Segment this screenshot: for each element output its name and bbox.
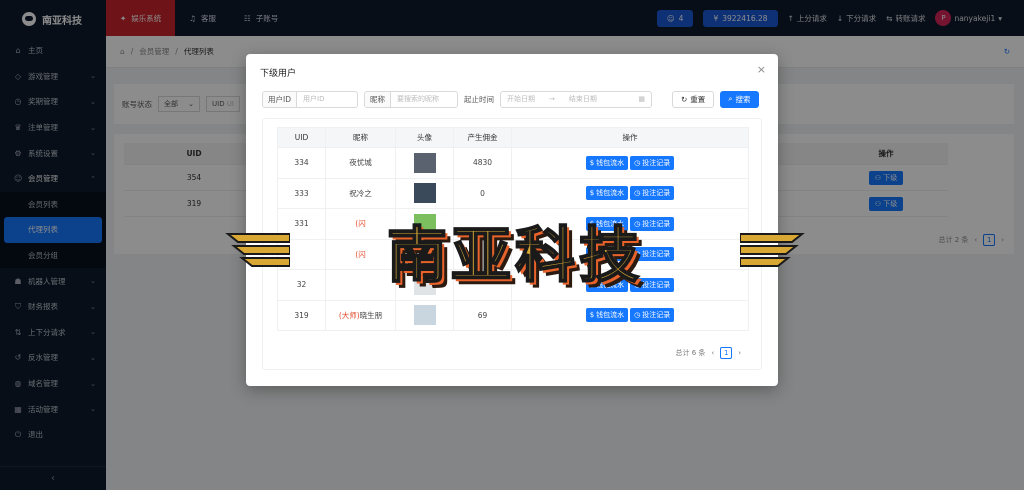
table-row: 334 夜忧城 4830 $ 钱包流水 ◷ 投注记录	[277, 147, 749, 179]
nickname-tag: (大师)	[338, 310, 360, 320]
search-button[interactable]: ⌕ 搜索	[720, 90, 759, 108]
button-label: 搜索	[735, 94, 751, 104]
dollar-icon: $	[589, 189, 595, 198]
next-page-button[interactable]: ›	[738, 349, 741, 357]
nickname-text: 祝冷之	[349, 188, 372, 198]
calendar-icon: ▦	[638, 95, 645, 103]
avatar[interactable]	[413, 183, 436, 204]
watermark-logo: 南亚科技	[220, 204, 810, 296]
button-label: 投注记录	[642, 158, 671, 167]
wallet-history-button[interactable]: $ 钱包流水	[585, 155, 629, 170]
nickname-text: 晓生朋	[359, 310, 383, 320]
start-date-input[interactable]: 开始日期	[507, 94, 535, 104]
button-label: 钱包流水	[596, 189, 625, 198]
table-cell-commission: 4830	[453, 147, 512, 179]
column-header-actions: 操作	[511, 127, 749, 148]
table-cell-nickname: 夜忧城	[325, 147, 396, 179]
user-id-label: 用户ID	[263, 91, 297, 107]
button-label: 投注记录	[642, 189, 671, 198]
bet-records-button[interactable]: ◷ 投注记录	[630, 155, 675, 170]
table-cell-uid: 334	[277, 147, 326, 179]
reset-button[interactable]: ↻ 重置	[672, 90, 715, 108]
button-label: 投注记录	[642, 311, 671, 320]
refresh-icon: ↻	[681, 94, 688, 104]
date-range-picker[interactable]: 开始日期 → 结束日期 ▦	[500, 90, 652, 108]
table-cell-actions: $ 钱包流水 ◷ 投注记录	[511, 147, 749, 179]
search-icon: ⌕	[728, 94, 733, 103]
prev-page-button[interactable]: ‹	[711, 349, 714, 357]
nickname-label: 昵称	[365, 91, 391, 107]
range-arrow-icon: →	[549, 95, 555, 103]
dollar-icon: $	[589, 311, 595, 320]
clock-icon: ◷	[634, 158, 641, 167]
column-header-commission: 产生佣金	[453, 127, 512, 148]
close-icon[interactable]: ×	[757, 63, 766, 76]
search-form: 用户ID 用户ID 昵称 要搜索的昵称 起止时间 开始日期 → 结束日期 ▦ ↻…	[262, 90, 762, 108]
nickname-text: 夜忧城	[349, 158, 372, 168]
table-cell-nickname: (大师)晓生朋	[325, 299, 396, 331]
table-cell-avatar	[395, 299, 454, 331]
avatar[interactable]	[413, 305, 436, 326]
clock-icon: ◷	[634, 311, 641, 320]
table-row: 319 (大师)晓生朋 69 $ 钱包流水 ◷ 投注记录	[277, 299, 749, 331]
column-header-nickname: 昵称	[325, 127, 396, 148]
modal-pagination: 总计 6 条 ‹ 1 ›	[675, 347, 741, 359]
wing-right-icon	[740, 233, 805, 267]
nickname-field[interactable]: 昵称 要搜索的昵称	[364, 90, 458, 108]
bet-records-button[interactable]: ◷ 投注记录	[630, 186, 675, 201]
dollar-icon: $	[589, 158, 595, 167]
table-cell-commission: 69	[453, 299, 512, 331]
date-range-label: 起止时间	[464, 94, 494, 104]
wallet-history-button[interactable]: $ 钱包流水	[585, 186, 629, 201]
watermark-text: 南亚科技	[386, 220, 643, 292]
button-label: 重置	[690, 94, 706, 104]
table-cell-uid: 319	[277, 299, 326, 331]
avatar[interactable]	[413, 152, 436, 173]
clock-icon: ◷	[634, 189, 641, 198]
table-header: UID 昵称 头像 产生佣金 操作	[277, 127, 749, 148]
column-header-uid: UID	[277, 127, 326, 148]
total-count: 总计 6 条	[675, 349, 706, 357]
column-header-avatar: 头像	[395, 127, 454, 148]
table-cell-actions: $ 钱包流水 ◷ 投注记录	[511, 299, 749, 331]
button-label: 钱包流水	[596, 311, 625, 320]
button-label: 钱包流水	[596, 158, 625, 167]
page-number[interactable]: 1	[720, 347, 733, 359]
wallet-history-button[interactable]: $ 钱包流水	[585, 308, 629, 323]
table-cell-avatar	[395, 147, 454, 179]
nickname-input[interactable]: 要搜索的昵称	[391, 94, 445, 104]
modal-title: 下级用户	[260, 69, 297, 79]
user-id-field[interactable]: 用户ID 用户ID	[262, 90, 358, 108]
wing-left-icon	[225, 233, 290, 267]
end-date-input[interactable]: 结束日期	[569, 94, 597, 104]
user-id-input[interactable]: 用户ID	[297, 94, 330, 104]
bet-records-button[interactable]: ◷ 投注记录	[630, 308, 675, 323]
